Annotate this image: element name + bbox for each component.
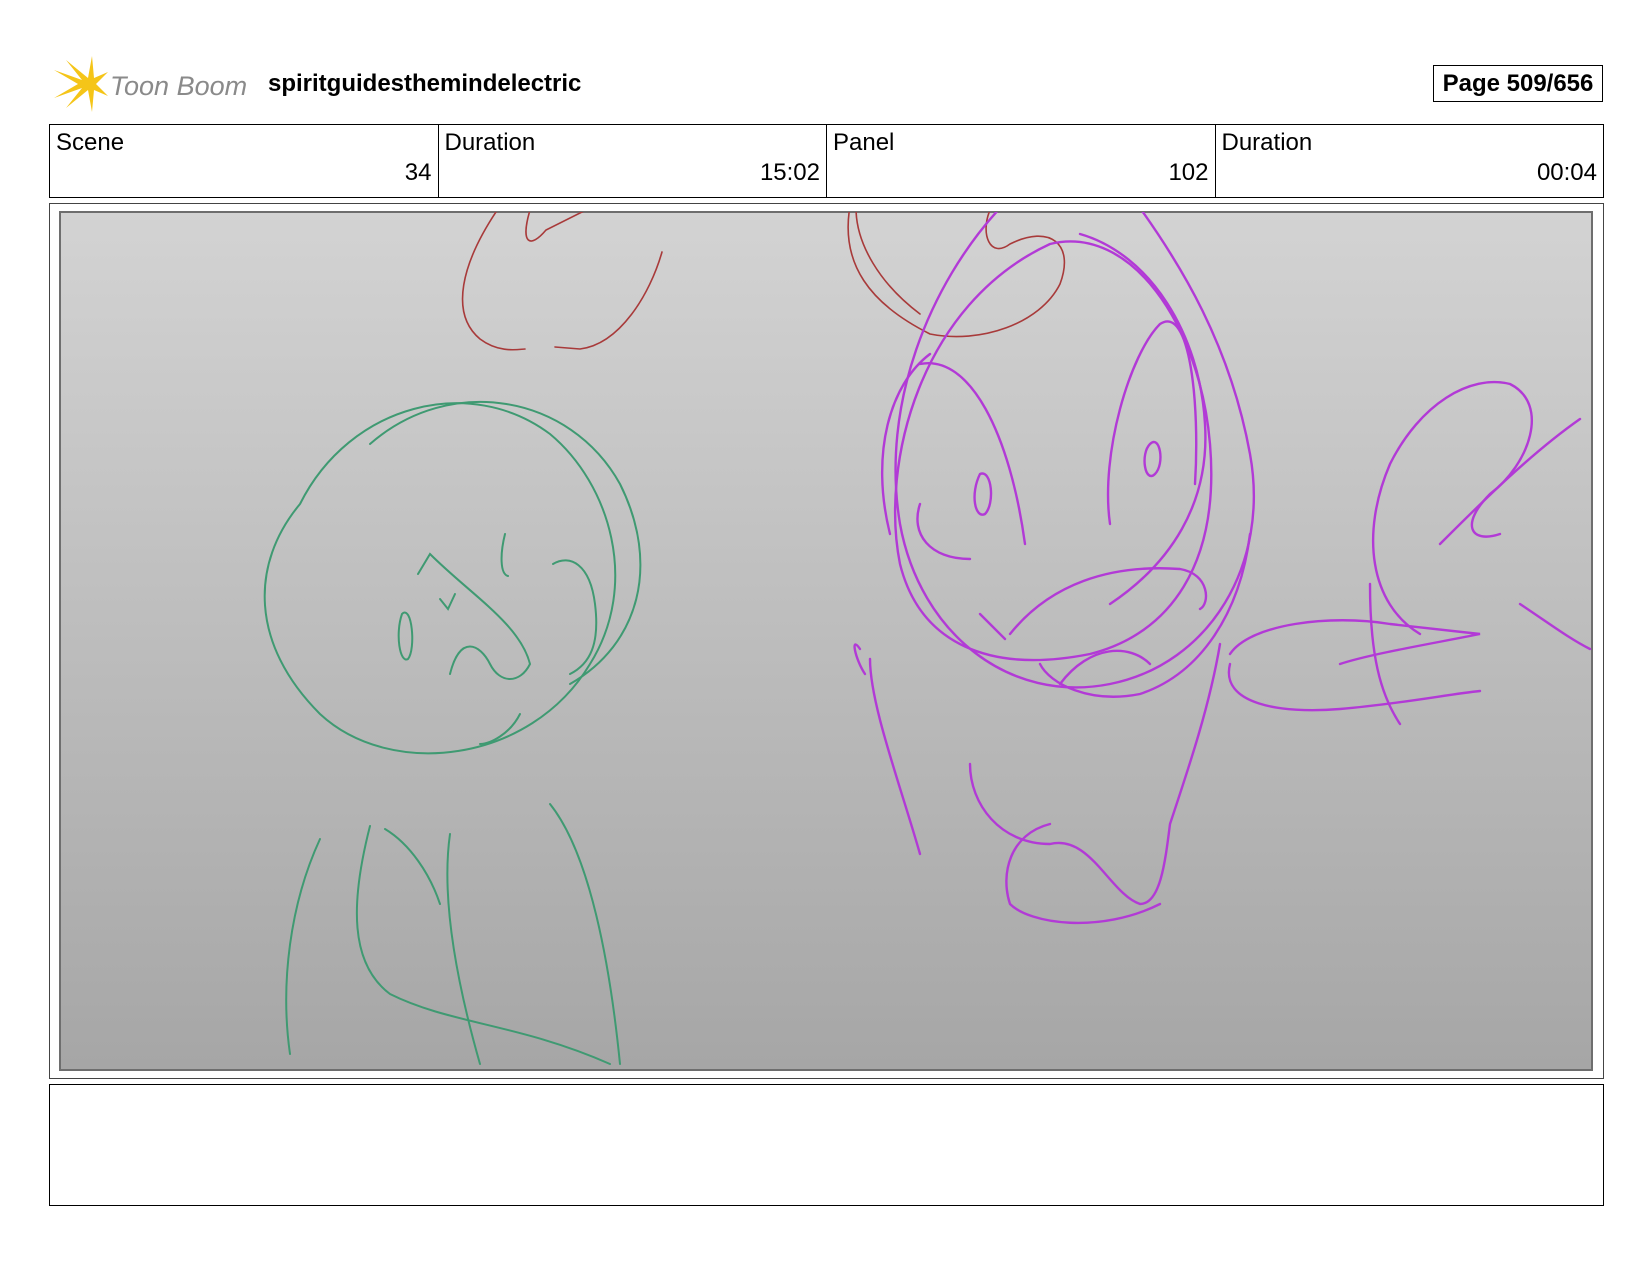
logo-text: Toon Boom [110,71,247,101]
project-title: spiritguidesthemindelectric [268,70,582,97]
panel-cell: Panel 102 [827,125,1216,197]
page-number: Page 509/656 [1433,65,1603,102]
panel-duration-cell: Duration 00:04 [1216,125,1604,197]
panel-value: 102 [1168,159,1209,186]
scene-cell: Scene 34 [50,125,439,197]
scene-label: Scene [56,129,125,156]
panel-duration-label: Duration [1221,129,1313,156]
scene-value: 34 [404,159,432,186]
scene-duration-cell: Duration 15:02 [439,125,827,197]
scene-duration-value: 15:02 [759,159,820,186]
toon-boom-logo: Toon Boom [52,56,252,112]
starburst-icon [54,56,108,112]
storyboard-panel-frame [49,203,1604,1079]
storyboard-info-table: Scene 34 Duration 15:02 Panel 102 Durati… [49,124,1604,198]
panel-duration-value: 00:04 [1536,159,1597,186]
panel-notes-box [49,1084,1604,1206]
panel-label: Panel [833,129,895,156]
sketch-canvas [59,211,1593,1071]
scene-duration-label: Duration [444,129,536,156]
